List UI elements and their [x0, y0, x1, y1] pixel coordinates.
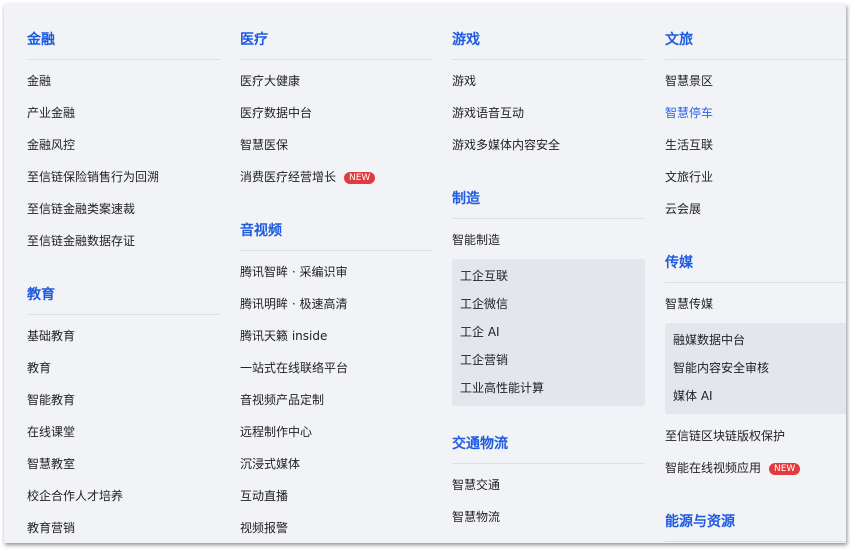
submenu-item[interactable]: 工企微信: [460, 290, 637, 318]
new-badge: NEW: [769, 463, 801, 475]
section-heading[interactable]: 音视频: [240, 222, 432, 251]
menu-item[interactable]: 游戏: [452, 65, 645, 97]
menu-item[interactable]: 沉浸式媒体: [240, 448, 432, 480]
menu-item[interactable]: 金融: [27, 65, 220, 97]
menu-item[interactable]: 一站式在线联络平台: [240, 352, 432, 384]
menu-item[interactable]: 智能制造: [452, 224, 645, 256]
section-heading[interactable]: 游戏: [452, 31, 645, 60]
section-heading[interactable]: 交通物流: [452, 435, 645, 464]
section-heading[interactable]: 教育: [27, 286, 220, 315]
menu-item[interactable]: 至信链保险销售行为回溯: [27, 161, 220, 193]
column-2: 医疗 医疗大健康 医疗数据中台 智慧医保 消费医疗经营增长 NEW 音视频 腾讯智…: [240, 31, 432, 543]
submenu-item[interactable]: 融媒数据中台: [673, 326, 846, 354]
submenu-item[interactable]: 媒体 AI: [673, 382, 846, 410]
column-3: 游戏 游戏 游戏语音互动 游戏多媒体内容安全 制造 智能制造 工企互联 工企微信…: [452, 31, 645, 533]
section-audio-video: 音视频 腾讯智眸 · 采编识审 腾讯明眸 · 极速高清 腾讯天籁 inside …: [240, 222, 432, 543]
menu-item[interactable]: 腾讯明眸 · 极速高清: [240, 288, 432, 320]
menu-item-with-badge[interactable]: 消费医疗经营增长 NEW: [240, 161, 432, 193]
section-energy-resources: 能源与资源: [665, 513, 846, 542]
menu-item[interactable]: 音视频产品定制: [240, 384, 432, 416]
menu-item-label: 智能在线视频应用: [665, 461, 762, 475]
menu-item[interactable]: 医疗大健康: [240, 65, 432, 97]
section-games: 游戏 游戏 游戏语音互动 游戏多媒体内容安全: [452, 31, 645, 161]
menu-item[interactable]: 基础教育: [27, 320, 220, 352]
section-manufacturing: 制造 智能制造 工企互联 工企微信 工企 AI 工企营销 工业高性能计算: [452, 190, 645, 406]
section-culture-tourism: 文旅 智慧景区 智慧停车 生活互联 文旅行业 云会展: [665, 31, 846, 225]
menu-item[interactable]: 智能教育: [27, 384, 220, 416]
menu-item-label: 消费医疗经营增长: [240, 170, 337, 184]
menu-item[interactable]: 至信链金融数据存证: [27, 225, 220, 257]
menu-item[interactable]: 文旅行业: [665, 161, 846, 193]
section-heading[interactable]: 金融: [27, 31, 220, 60]
submenu-box: 工企互联 工企微信 工企 AI 工企营销 工业高性能计算: [452, 259, 645, 406]
menu-item[interactable]: 智慧景区: [665, 65, 846, 97]
section-education: 教育 基础教育 教育 智能教育 在线课堂 智慧教室 校企合作人才培养 教育营销: [27, 286, 220, 543]
menu-item[interactable]: 腾讯智眸 · 采编识审: [240, 256, 432, 288]
menu-item[interactable]: 至信链区块链版权保护: [665, 420, 846, 452]
section-heading[interactable]: 医疗: [240, 31, 432, 60]
menu-item[interactable]: 在线课堂: [27, 416, 220, 448]
submenu-item[interactable]: 工企互联: [460, 262, 637, 290]
column-4: 文旅 智慧景区 智慧停车 生活互联 文旅行业 云会展 传媒 智慧传媒 融媒数据中…: [665, 31, 846, 543]
section-medical: 医疗 医疗大健康 医疗数据中台 智慧医保 消费医疗经营增长 NEW: [240, 31, 432, 193]
submenu-item[interactable]: 智能内容安全审核: [673, 354, 846, 382]
menu-item[interactable]: 至信链金融类案速裁: [27, 193, 220, 225]
section-heading[interactable]: 能源与资源: [665, 513, 846, 542]
section-transport-logistics: 交通物流 智慧交通 智慧物流: [452, 435, 645, 533]
menu-item[interactable]: 智慧医保: [240, 129, 432, 161]
section-heading[interactable]: 传媒: [665, 254, 846, 283]
section-media: 传媒 智慧传媒 融媒数据中台 智能内容安全审核 媒体 AI 至信链区块链版权保护…: [665, 254, 846, 484]
menu-item[interactable]: 教育: [27, 352, 220, 384]
submenu-box: 融媒数据中台 智能内容安全审核 媒体 AI: [665, 323, 846, 414]
menu-item[interactable]: 远程制作中心: [240, 416, 432, 448]
menu-item[interactable]: 产业金融: [27, 97, 220, 129]
menu-item[interactable]: 智慧物流: [452, 501, 645, 533]
submenu-item[interactable]: 工企营销: [460, 346, 637, 374]
menu-item-active[interactable]: 智慧停车: [665, 97, 846, 129]
menu-item[interactable]: 校企合作人才培养: [27, 480, 220, 512]
submenu-item[interactable]: 工业高性能计算: [460, 374, 637, 402]
section-heading[interactable]: 文旅: [665, 31, 846, 60]
menu-item[interactable]: 腾讯天籁 inside: [240, 320, 432, 352]
section-finance: 金融 金融 产业金融 金融风控 至信链保险销售行为回溯 至信链金融类案速裁 至信…: [27, 31, 220, 257]
menu-item[interactable]: 互动直播: [240, 480, 432, 512]
menu-item[interactable]: 游戏语音互动: [452, 97, 645, 129]
submenu-item[interactable]: 工企 AI: [460, 318, 637, 346]
menu-item-with-badge[interactable]: 智能在线视频应用 NEW: [665, 452, 846, 484]
column-1: 金融 金融 产业金融 金融风控 至信链保险销售行为回溯 至信链金融类案速裁 至信…: [27, 31, 220, 543]
menu-item[interactable]: 视频报警: [240, 512, 432, 543]
menu-item[interactable]: 生活互联: [665, 129, 846, 161]
menu-item[interactable]: 智慧交通: [452, 469, 645, 501]
menu-item[interactable]: 医疗数据中台: [240, 97, 432, 129]
menu-item[interactable]: 金融风控: [27, 129, 220, 161]
section-heading[interactable]: 制造: [452, 190, 645, 219]
menu-item[interactable]: 云会展: [665, 193, 846, 225]
menu-item[interactable]: 教育营销: [27, 512, 220, 543]
menu-item[interactable]: 智慧教室: [27, 448, 220, 480]
menu-item[interactable]: 游戏多媒体内容安全: [452, 129, 645, 161]
new-badge: NEW: [344, 172, 376, 184]
industry-menu-panel: 金融 金融 产业金融 金融风控 至信链保险销售行为回溯 至信链金融类案速裁 至信…: [4, 4, 846, 543]
menu-item[interactable]: 智慧传媒: [665, 288, 846, 320]
